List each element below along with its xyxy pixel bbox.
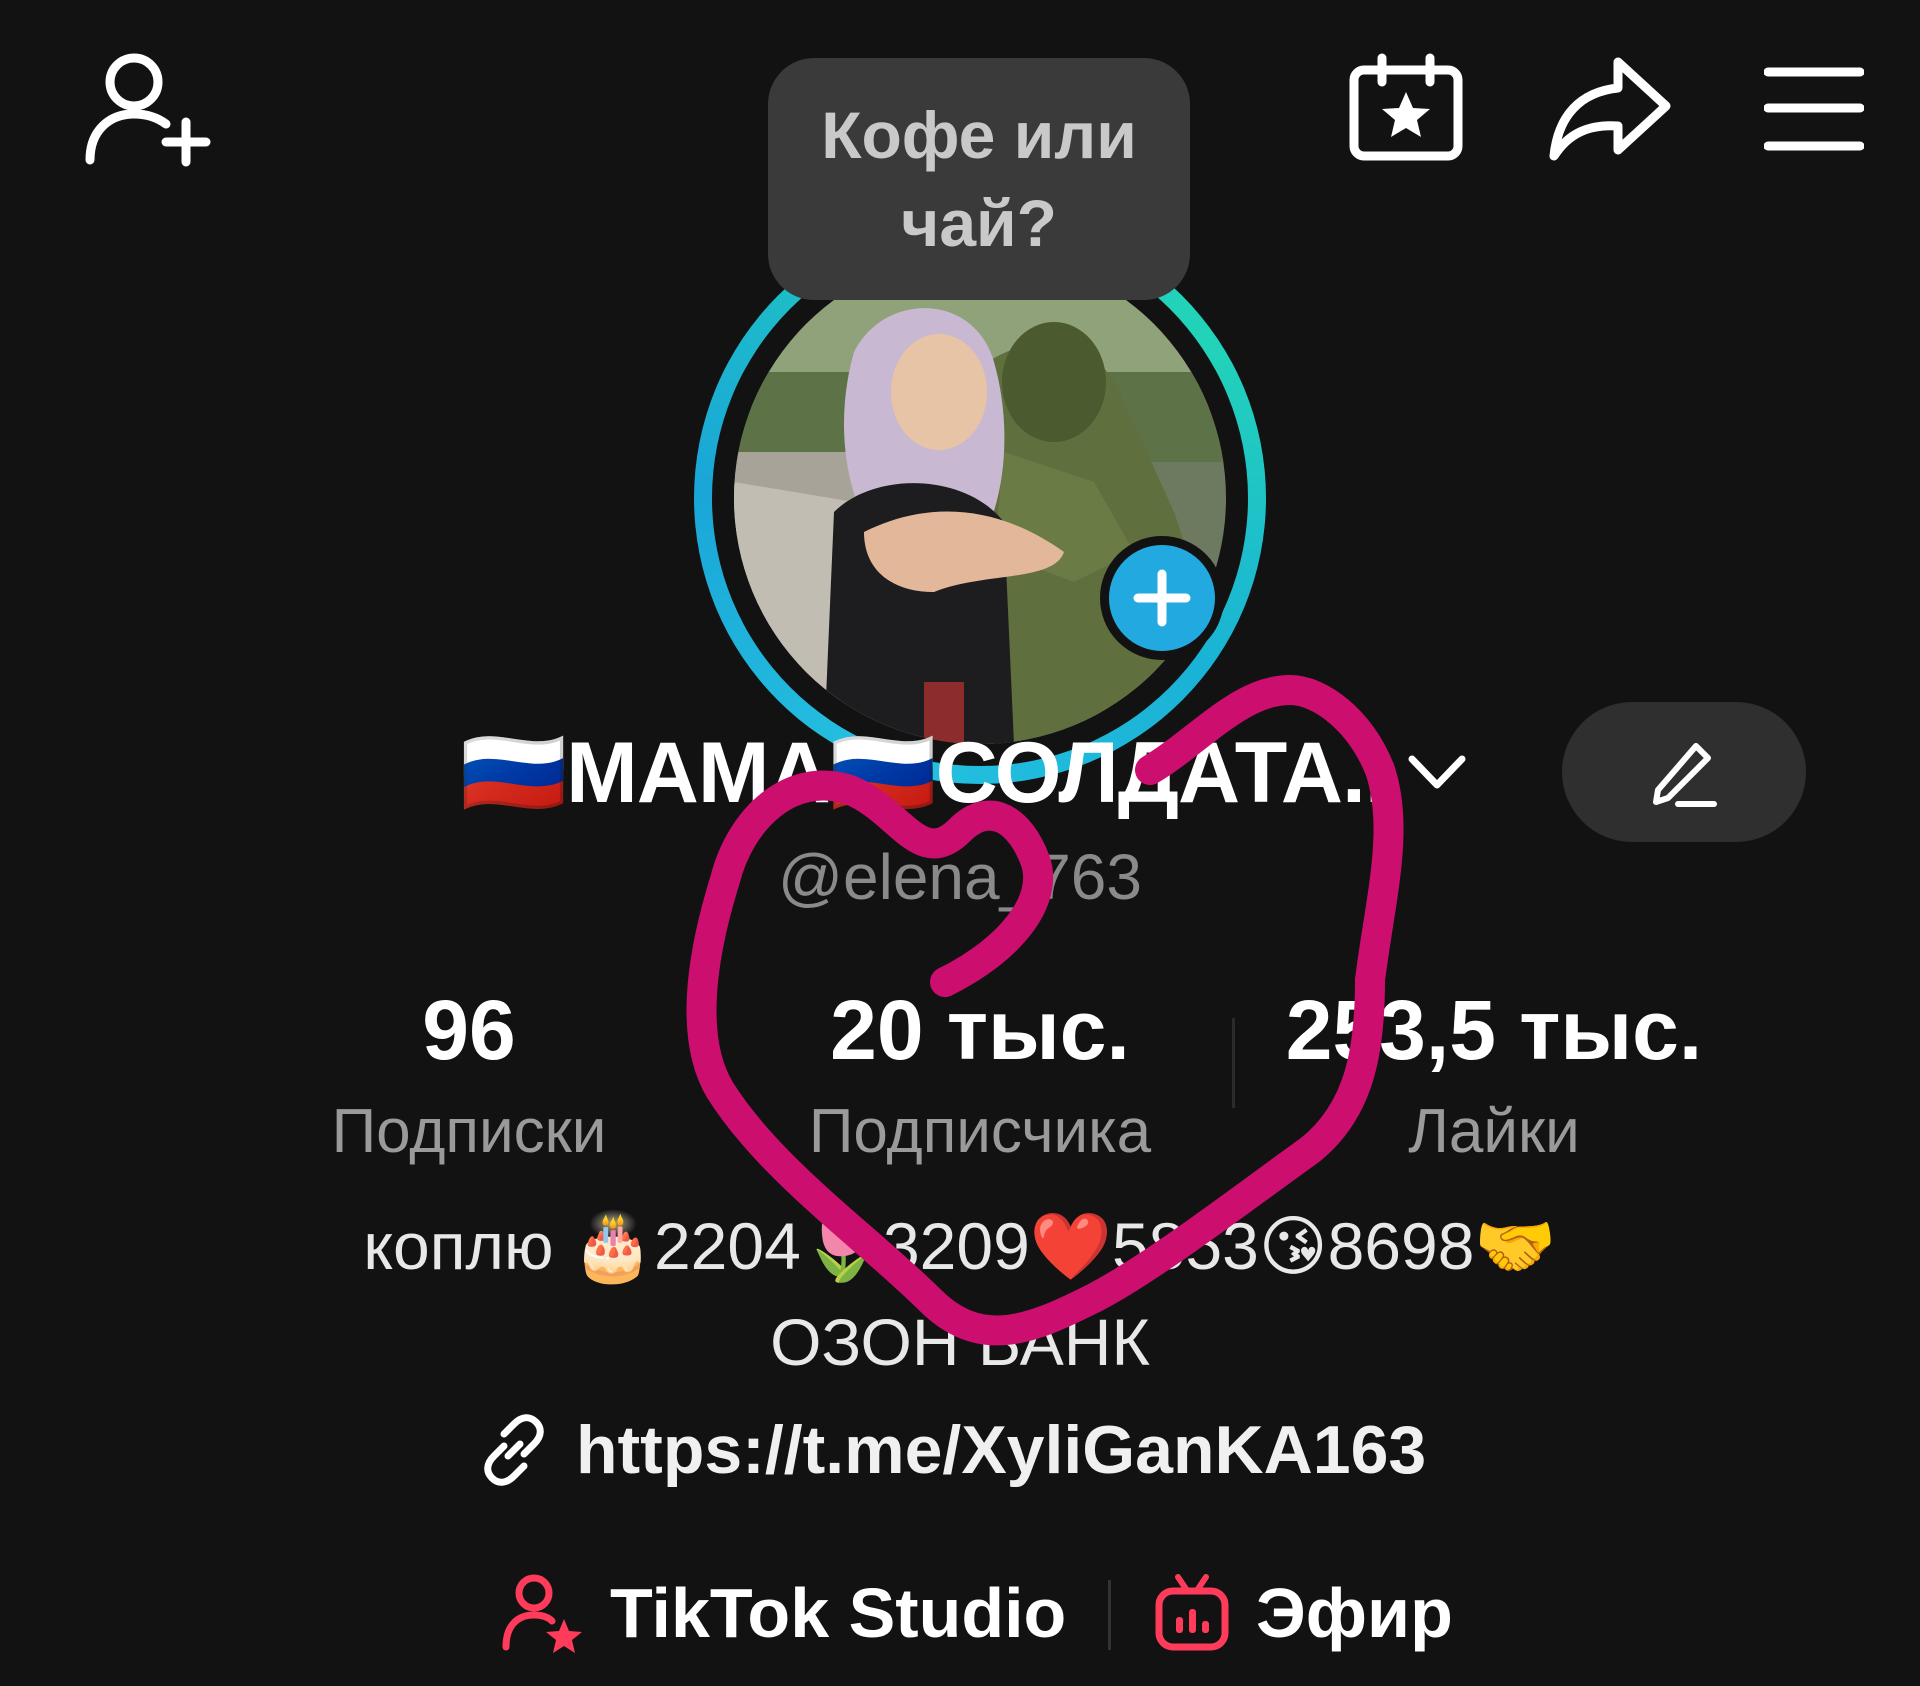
bio-link[interactable]: https://t.me/XyliGanKA163: [474, 1402, 1426, 1498]
live-label: Эфир: [1256, 1574, 1453, 1652]
stat-value: 253,5 тыс.: [1285, 983, 1703, 1077]
live-button[interactable]: Эфир: [1154, 1558, 1453, 1668]
tiktok-studio-button[interactable]: TikTok Studio: [500, 1558, 1066, 1668]
tiktok-studio-label: TikTok Studio: [610, 1574, 1067, 1652]
chevron-down-icon: [1408, 755, 1466, 789]
pencil-icon: [1653, 743, 1717, 807]
username: @elena_763: [778, 841, 1142, 913]
stat-following[interactable]: 96 Подписки: [294, 980, 644, 1172]
edit-profile-button[interactable]: [1562, 702, 1806, 842]
display-name-row[interactable]: 🇷🇺МАМА🇷🇺СОЛДАТА..: [460, 720, 1472, 824]
stat-label: Лайки: [1408, 1097, 1580, 1166]
stat-followers[interactable]: 20 тыс. Подписчика: [760, 980, 1200, 1172]
calendar-star-icon[interactable]: [1348, 52, 1464, 162]
stat-divider: [1232, 1018, 1235, 1108]
add-friend-icon[interactable]: [80, 48, 220, 168]
stat-label: Подписки: [331, 1097, 607, 1166]
bio-link-text: https://t.me/XyliGanKA163: [576, 1412, 1427, 1488]
profile-screen: Кофе или чай? 🇷🇺МАМА🇷🇺СОЛДАТА.. @elena_7…: [0, 0, 1920, 1686]
avatar[interactable]: [734, 252, 1226, 744]
display-name: 🇷🇺МАМА🇷🇺СОЛДАТА..: [460, 724, 1389, 821]
bio-text-line2: ОЗОН БАНК: [770, 1305, 1150, 1379]
stat-label: Подписчика: [808, 1097, 1152, 1166]
link-icon: [484, 1414, 544, 1486]
bio-text: коплю 🎂2204🌷3209❤️5853😘8698🤝: [363, 1209, 1557, 1283]
stat-likes[interactable]: 253,5 тыс. Лайки: [1254, 980, 1734, 1172]
studio-person-star-icon: [502, 1574, 582, 1653]
live-tv-icon: [1155, 1574, 1229, 1651]
stat-value: 20 тыс.: [830, 983, 1130, 1077]
menu-icon[interactable]: [1764, 64, 1864, 154]
plus-icon: [1133, 569, 1191, 627]
share-icon[interactable]: [1548, 54, 1672, 164]
stat-value: 96: [422, 983, 516, 1077]
add-story-button[interactable]: [1100, 536, 1224, 660]
bottom-divider: [1108, 1580, 1111, 1650]
profile-note-bubble[interactable]: Кофе или чай?: [768, 58, 1190, 300]
profile-note-text: Кофе или чай?: [821, 98, 1137, 260]
